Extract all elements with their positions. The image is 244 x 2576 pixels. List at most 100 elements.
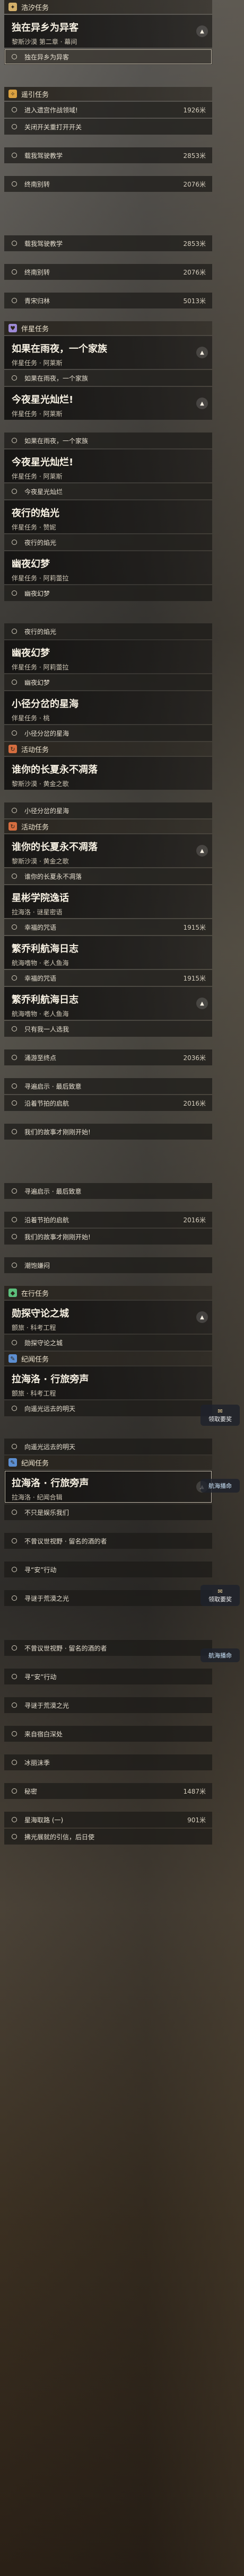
chevron-up-icon[interactable]: ▲ [196,1311,208,1323]
quest-step-row[interactable]: 寻“安”行动 [4,1562,212,1577]
quest-step-row[interactable]: 不曾议世视野 · 留名的酒的者 [4,1533,212,1549]
step-text: 不只是娱乐我们 [24,1508,69,1516]
quest-step-row[interactable]: 小径分岔的星海 [4,725,212,741]
quest-card[interactable]: 繁乔利航海日志 航海嗜物 · 老人鱼海 [4,936,212,969]
step-marker-icon [12,540,17,545]
category-haoyue[interactable]: ✦ 浩汐任务 [4,0,212,14]
navigation-float-button-2[interactable]: 航海播命 [201,1648,240,1662]
quest-step-row[interactable]: 关闭开关重打开开关 [4,119,212,135]
quest-step-row[interactable]: 独在异乡为异客 [4,49,212,65]
quest-card[interactable]: 勋探守论之城 颤旅 · 科考工程 ▲ [4,1301,212,1334]
quest-step-row[interactable]: 如果在雨夜，一个家族 [4,433,212,448]
quest-step-row[interactable]: 终南别转 2076米 [4,176,212,192]
quest-subtitle: 伴星任务 · 赞妮 [12,524,56,531]
step-marker-icon [12,1340,17,1345]
quest-step-row[interactable]: 载我驾驶教学 2853米 [4,235,212,251]
step-text: 幽夜幻梦 [24,678,50,686]
quest-step-row[interactable]: 寻“安”行动 [4,1669,212,1684]
quest-step-row[interactable]: 幸福的咒语 1915米 [4,919,212,935]
quest-card[interactable]: 拉海洛 · 行旅旁声 颤旅 · 科考工程 [4,1366,212,1399]
quest-card-1[interactable]: 独在异乡为异客 黎斯沙漠 第二章 · 幕间 ▲ [4,15,212,48]
quest-step-row[interactable]: 如果在雨夜，一个家族 [4,370,212,386]
quest-step-row[interactable]: 不只是娱乐我们 [4,1504,212,1520]
quest-step-row[interactable]: 进入遗宫作战领域! 1926米 [4,102,212,118]
quest-step-row[interactable]: 向遥光远去的明天 [4,1400,212,1416]
step-text: 只有我一人选我 [24,1025,69,1033]
quest-step-row[interactable]: 涌游至终点 2036米 [4,1049,212,1065]
navigation-label: 航海播命 [208,1652,232,1659]
quest-card[interactable]: 谁你的长夏永不凋落 黎斯沙漠 · 黄金之歌 ▲ [4,834,212,867]
category-yaoyin[interactable]: ✧ 遥引任务 [4,87,212,101]
quest-step-row[interactable]: 寻谜于荒漠之光 [4,1590,212,1606]
quest-step-row[interactable]: 我们的故事才刚刚开始! [4,1124,212,1140]
quest-card[interactable]: 今夜星光灿烂! 伴星任务 · 阿莱斯 ▲ [4,387,212,420]
quest-step-row[interactable]: 小径分岔的星海 [4,802,212,818]
quest-step-row[interactable]: 幽夜幻梦 [4,674,212,690]
quest-step-row[interactable]: 秘密 1487米 [4,1783,212,1799]
quest-step-row[interactable]: 寻谜于荒漠之光 [4,1697,212,1713]
chevron-up-icon[interactable]: ▲ [196,25,208,37]
quest-step-row[interactable]: 潮饱嫌闷 [4,1257,212,1273]
category-label: 活动任务 [21,823,49,832]
step-text: 寻“安”行动 [24,1673,57,1681]
category-banxing[interactable]: ♥ 伴星任务 [4,321,212,335]
chevron-up-icon[interactable]: ▲ [196,347,208,358]
quest-step-row[interactable]: 冰丽沫季 [4,1754,212,1770]
quest-step-row[interactable]: 谁你的长夏永不凋落 [4,868,212,884]
quest-step-row[interactable]: 夜行的焰光 [4,623,212,639]
quest-card[interactable]: 繁乔利航海日志 航海嗜物 · 老人鱼海 ▲ [4,987,212,1020]
category-huodong-2[interactable]: ↻ 活动任务 [4,819,212,833]
quest-card[interactable]: 幽夜幻梦 伴星任务 · 阿莉蕾拉 [4,551,212,584]
step-text: 潮饱嫌闷 [24,1261,50,1269]
quest-step-row[interactable]: 寻遍启示 · 最后致意 [4,1183,212,1199]
step-marker-icon [12,975,17,981]
category-jiwen[interactable]: ✎ 纪闻任务 [4,1352,212,1365]
reward-float-button-2[interactable]: ✉ 领取要奖 [201,1585,240,1606]
category-jiwen-2[interactable]: ✎ 纪闻任务 [4,1455,212,1469]
quest-card[interactable]: 今夜星光灿烂! 伴星任务 · 阿莱斯 [4,449,212,482]
quest-card[interactable]: 星彬学院逸话 拉海洛 · 谜星密语 [4,885,212,918]
quest-card[interactable]: 夜行的焰光 伴星任务 · 赞妮 [4,500,212,533]
step-text: 终南别转 [24,180,50,188]
category-huodong[interactable]: ↻ 活动任务 [4,742,212,756]
quest-step-row[interactable]: 星海取路 (一) 901米 [4,1812,212,1828]
quest-step-row[interactable]: 向遥光远去的明天 [4,1439,212,1454]
quest-title: 勋探守论之城 [12,1308,69,1319]
distance-label: 2076米 [183,268,206,276]
quest-step-row[interactable]: 我们的故事才刚刚开始! [4,1229,212,1245]
quest-step-row[interactable]: 幽夜幻梦 [4,585,212,601]
step-text: 沿着节拍的启航 [24,1099,69,1107]
category-zaixing[interactable]: ◆ 在行任务 [4,1286,212,1300]
quest-card[interactable]: 拉海洛 · 行旅旁声 拉海洛 · 纪闻合辑 ▲ [4,1470,212,1503]
chevron-up-icon[interactable]: ▲ [196,398,208,409]
quest-card[interactable]: 幽夜幻梦 伴星任务 · 阿莉蕾拉 [4,640,212,673]
quest-step-row[interactable]: 不曾议世视野 · 留名的酒的者 [4,1640,212,1656]
chevron-up-icon[interactable]: ▲ [196,998,208,1009]
quest-step-row[interactable]: 幸福的咒语 1915米 [4,970,212,986]
quest-step-row[interactable]: 载我驾驶教学 2853米 [4,147,212,163]
step-marker-icon [12,1100,17,1106]
quest-step-row[interactable]: 沿着节拍的启航 2016米 [4,1212,212,1228]
quest-step-row[interactable]: 来自宿白深处 [4,1726,212,1742]
quest-step-row[interactable]: 只有我一人选我 [4,1021,212,1037]
reward-float-button[interactable]: ✉ 领取要奖 [201,1405,240,1426]
quest-step-row[interactable]: 勋探守论之城 [4,1335,212,1351]
navigation-float-button[interactable]: 航海播命 [201,1479,240,1493]
quest-card[interactable]: 谁你的长夏永不凋落 黎斯沙漠 · 黄金之歌 [4,757,212,790]
quest-step-row[interactable]: 寻遍启示 · 最后致意 [4,1078,212,1094]
chevron-up-icon[interactable]: ▲ [196,845,208,857]
step-text: 秘密 [24,1787,38,1795]
quest-card[interactable]: 小径分岔的星海 伴星任务 · 桃 [4,691,212,724]
quest-step-row[interactable]: 夜行的焰光 [4,534,212,550]
step-marker-icon [12,680,17,685]
quest-card[interactable]: 如果在雨夜，一个家族 伴星任务 · 阿莱斯 ▲ [4,336,212,369]
quest-step-row[interactable]: 终南别转 2076米 [4,264,212,280]
quest-step-row[interactable]: 沿着节拍的启航 2016米 [4,1095,212,1111]
category-label: 在行任务 [21,1290,49,1298]
gift-icon: ✉ [217,1407,223,1415]
step-marker-icon [12,124,17,129]
quest-step-row[interactable]: 拂光展就的引信，后日使 [4,1829,212,1845]
quest-step-row[interactable]: 今夜星光灿烂 [4,483,212,499]
distance-label: 1915米 [183,974,206,982]
quest-step-row[interactable]: 青宋归林 5013米 [4,293,212,308]
